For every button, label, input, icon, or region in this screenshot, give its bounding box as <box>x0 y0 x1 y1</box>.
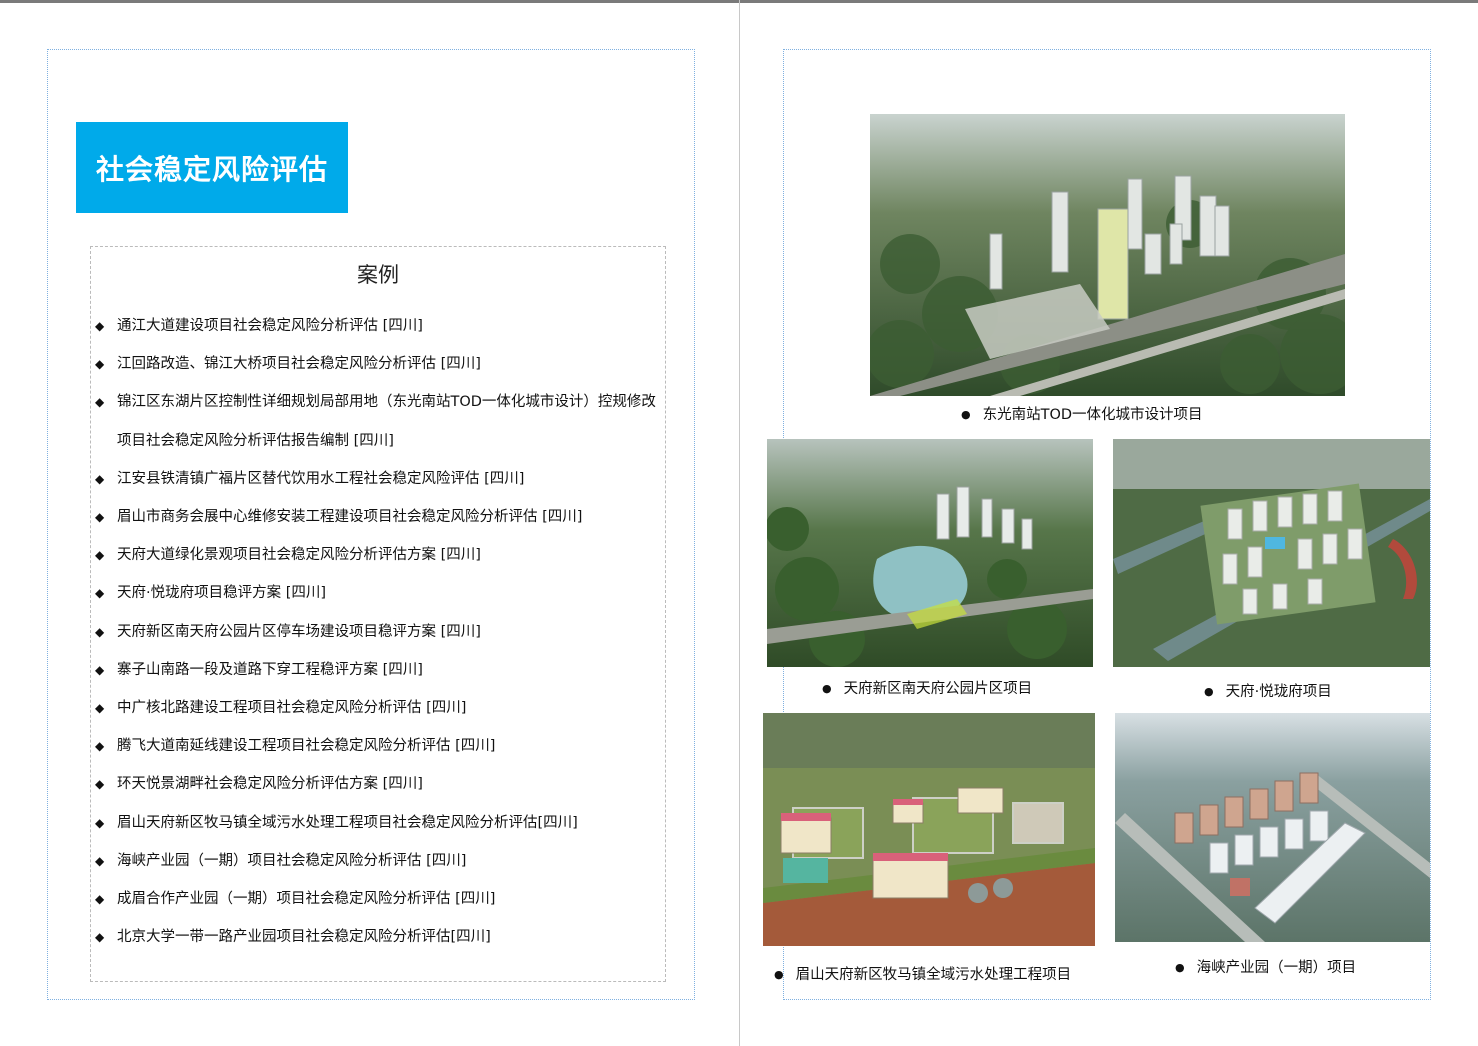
case-text: 海峡产业园（一期）项目社会稳定风险分析评估 [四川] <box>117 852 467 869</box>
diamond-bullet-icon: ◆ <box>95 930 105 945</box>
case-text: 腾飞大道南延线建设工程项目社会稳定风险分析评估 [四川] <box>117 738 496 755</box>
diamond-bullet-icon: ◆ <box>95 777 105 792</box>
diamond-bullet-icon: ◆ <box>95 471 105 486</box>
case-list-item: ◆ 寨子山南路一段及道路下穿工程稳评方案 [四川] <box>91 651 665 689</box>
caption-text: 海峡产业园（一期）项目 <box>1196 960 1357 976</box>
diamond-bullet-icon: ◆ <box>95 853 105 868</box>
section-title: 社会稳定风险评估 <box>76 122 348 213</box>
caption-text: 眉山天府新区牧马镇全域污水处理工程项目 <box>795 967 1072 983</box>
caption-text: 天府新区南天府公园片区项目 <box>843 681 1033 697</box>
project-photo-residential <box>1113 439 1430 667</box>
bullet-dot-icon: ● <box>961 408 971 421</box>
project-photo-tod-aerial <box>870 114 1345 396</box>
case-text: 天府大道绿化景观项目社会稳定风险分析评估方案 [四川] <box>117 547 481 564</box>
case-list-item: ◆ 腾飞大道南延线建设工程项目社会稳定风险分析评估 [四川] <box>91 727 665 765</box>
case-text: 北京大学一带一路产业园项目社会稳定风险分析评估[四川] <box>117 929 491 946</box>
case-text: 中广核北路建设工程项目社会稳定风险分析评估 [四川] <box>117 700 467 717</box>
case-list-item: ◆ 江回路改造、锦江大桥项目社会稳定风险分析评估 [四川] <box>91 345 665 383</box>
photo-caption: ● 眉山天府新区牧马镇全域污水处理工程项目 <box>774 963 1071 984</box>
case-list: ◆ 通江大道建设项目社会稳定风险分析评估 [四川] ◆ 江回路改造、锦江大桥项目社会稳… <box>91 307 665 956</box>
case-list-item: ◆ 眉山天府新区牧马镇全域污水处理工程项目社会稳定风险分析评估[四川] <box>91 804 665 842</box>
case-list-item: ◆ 江安县铁清镇广福片区替代饮用水工程社会稳定风险评估 [四川] <box>91 460 665 498</box>
case-list-item: ◆ 天府·悦珑府项目稳评方案 [四川] <box>91 574 665 612</box>
diamond-bullet-icon: ◆ <box>95 586 105 601</box>
case-text: 锦江区东湖片区控制性详细规划局部用地（东光南站TOD一体化城市设计）控规修改项目… <box>117 394 656 449</box>
case-list-item: ◆ 通江大道建设项目社会稳定风险分析评估 [四川] <box>91 307 665 345</box>
case-list-item: ◆ 天府大道绿化景观项目社会稳定风险分析评估方案 [四川] <box>91 536 665 574</box>
case-list-box: 案例 ◆ 通江大道建设项目社会稳定风险分析评估 [四川] ◆ 江回路改造、锦江大桥项目… <box>90 246 666 982</box>
case-list-item: ◆ 海峡产业园（一期）项目社会稳定风险分析评估 [四川] <box>91 842 665 880</box>
case-list-item: ◆ 锦江区东湖片区控制性详细规划局部用地（东光南站TOD一体化城市设计）控规修改项… <box>91 383 665 459</box>
diamond-bullet-icon: ◆ <box>95 624 105 639</box>
case-list-item: ◆ 北京大学一带一路产业园项目社会稳定风险分析评估[四川] <box>91 918 665 956</box>
case-list-item: ◆ 中广核北路建设工程项目社会稳定风险分析评估 [四川] <box>91 689 665 727</box>
bullet-dot-icon: ● <box>1204 685 1214 698</box>
case-text: 眉山市商务会展中心维修安装工程建设项目社会稳定风险分析评估 [四川] <box>117 509 583 526</box>
case-list-item: ◆ 眉山市商务会展中心维修安装工程建设项目社会稳定风险分析评估 [四川] <box>91 498 665 536</box>
diamond-bullet-icon: ◆ <box>95 662 105 677</box>
diamond-bullet-icon: ◆ <box>95 319 105 333</box>
diamond-bullet-icon: ◆ <box>95 395 105 410</box>
case-text: 寨子山南路一段及道路下穿工程稳评方案 [四川] <box>117 661 423 678</box>
diamond-bullet-icon: ◆ <box>95 739 105 754</box>
photo-caption: ● 东光南站TOD一体化城市设计项目 <box>961 403 1203 424</box>
case-text: 天府新区南天府公园片区停车场建设项目稳评方案 [四川] <box>117 623 481 640</box>
diamond-bullet-icon: ◆ <box>95 701 105 716</box>
case-text: 江安县铁清镇广福片区替代饮用水工程社会稳定风险评估 [四川] <box>117 470 525 487</box>
photo-caption: ● 天府新区南天府公园片区项目 <box>822 677 1032 698</box>
photo-caption: ● 海峡产业园（一期）项目 <box>1175 956 1356 977</box>
case-list-item: ◆ 天府新区南天府公园片区停车场建设项目稳评方案 [四川] <box>91 613 665 651</box>
diamond-bullet-icon: ◆ <box>95 510 105 525</box>
diamond-bullet-icon: ◆ <box>95 548 105 563</box>
case-text: 江回路改造、锦江大桥项目社会稳定风险分析评估 [四川] <box>117 356 481 373</box>
case-list-item: ◆ 成眉合作产业园（一期）项目社会稳定风险分析评估 [四川] <box>91 880 665 918</box>
case-text: 成眉合作产业园（一期）项目社会稳定风险分析评估 [四川] <box>117 891 496 908</box>
case-text: 天府·悦珑府项目稳评方案 [四川] <box>117 585 327 602</box>
case-text: 环天悦景湖畔社会稳定风险分析评估方案 [四川] <box>117 776 423 793</box>
project-photo-water-treatment <box>763 713 1095 946</box>
page-spine-divider <box>739 0 740 1046</box>
diamond-bullet-icon: ◆ <box>95 815 105 830</box>
diamond-bullet-icon: ◆ <box>95 357 105 372</box>
case-text: 眉山天府新区牧马镇全域污水处理工程项目社会稳定风险分析评估[四川] <box>117 814 578 831</box>
photo-caption: ● 天府·悦珑府项目 <box>1204 680 1332 701</box>
diamond-bullet-icon: ◆ <box>95 892 105 907</box>
case-heading: 案例 <box>357 263 399 287</box>
bullet-dot-icon: ● <box>774 968 784 981</box>
bullet-dot-icon: ● <box>1175 961 1185 974</box>
case-text: 通江大道建设项目社会稳定风险分析评估 [四川] <box>117 318 423 334</box>
case-list-item: ◆ 环天悦景湖畔社会稳定风险分析评估方案 [四川] <box>91 765 665 803</box>
caption-text: 天府·悦珑府项目 <box>1225 684 1332 700</box>
bullet-dot-icon: ● <box>822 682 832 695</box>
caption-text: 东光南站TOD一体化城市设计项目 <box>982 407 1203 423</box>
project-photo-park-aerial <box>767 439 1093 667</box>
project-photo-industrial-park <box>1115 713 1430 942</box>
